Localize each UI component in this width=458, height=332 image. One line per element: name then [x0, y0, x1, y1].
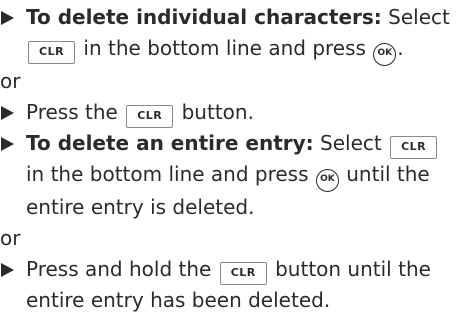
step-text: in the bottom line and press	[77, 36, 373, 60]
instructions: To delete individual characters: Select …	[0, 2, 458, 316]
bullet-arrow-icon	[1, 263, 14, 277]
step-heading: To delete an entire entry:	[26, 131, 314, 155]
step-text: in the bottom line and press	[26, 162, 315, 186]
step-delete-characters: To delete individual characters: Select …	[0, 2, 458, 66]
step-delete-entry: To delete an entire entry: Select CLR in…	[0, 128, 458, 223]
clr-key-icon: CLR	[126, 105, 174, 128]
bullet-arrow-icon	[1, 11, 14, 25]
step-text: .	[397, 36, 404, 60]
step-text: Press the	[26, 100, 125, 124]
ok-button-icon: OK	[315, 169, 339, 192]
step-press-clr: Press the CLR button.	[0, 97, 458, 128]
step-text: Press and hold the	[26, 257, 218, 281]
ok-button-icon: OK	[373, 43, 397, 66]
bullet-arrow-icon	[1, 137, 14, 151]
or-separator: or	[0, 226, 21, 250]
bullet-arrow-icon	[1, 106, 14, 120]
step-heading: To delete individual characters:	[26, 5, 382, 29]
or-separator: or	[0, 69, 21, 93]
clr-key-icon: CLR	[219, 262, 267, 285]
step-text: Select	[381, 5, 450, 29]
step-press-hold-clr: Press and hold the CLR button until the …	[0, 254, 458, 316]
clr-key-icon: CLR	[28, 41, 76, 64]
step-text: Select	[313, 131, 389, 155]
clr-key-icon: CLR	[390, 136, 438, 159]
step-text: button.	[175, 100, 254, 124]
